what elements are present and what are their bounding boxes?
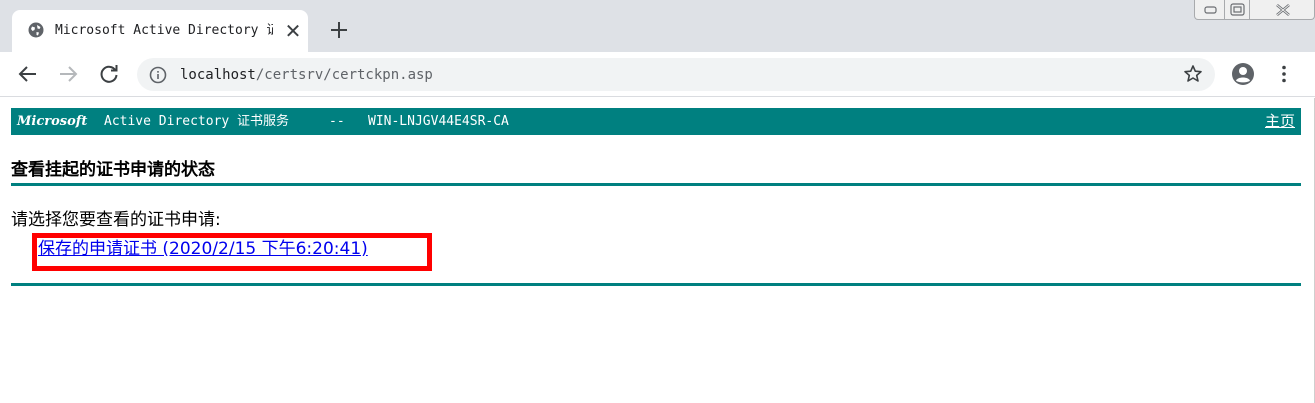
close-window-button[interactable] <box>1249 0 1315 20</box>
bookmark-star-icon[interactable] <box>1183 64 1203 84</box>
select-request-prompt: 请选择您要查看的证书申请: <box>11 210 221 230</box>
more-menu-icon[interactable] <box>1274 64 1294 84</box>
browser-toolbar: localhost/certsrv/certckpn.asp <box>0 52 1315 97</box>
page-content: Microsoft Active Directory 证书服务 -- WIN-L… <box>0 98 1315 403</box>
tab-title: Microsoft Active Directory 证书服务 <box>55 23 273 38</box>
certsrv-header-bar: Microsoft Active Directory 证书服务 -- WIN-L… <box>11 108 1301 135</box>
url-text: localhost/certsrv/certckpn.asp <box>180 65 433 85</box>
header-separator: -- <box>329 114 345 129</box>
site-info-icon[interactable] <box>149 66 167 84</box>
forward-arrow-icon[interactable] <box>57 63 79 85</box>
pending-request-link[interactable]: 保存的申请证书 (2020/2/15 下午6:20:41) <box>38 237 368 261</box>
new-tab-icon[interactable] <box>326 17 352 43</box>
address-bar[interactable]: localhost/certsrv/certckpn.asp <box>137 58 1215 91</box>
restore-icon <box>1230 3 1245 16</box>
close-icon <box>1276 4 1290 16</box>
microsoft-logo-text: Microsoft <box>17 114 88 129</box>
account-icon[interactable] <box>1231 62 1255 86</box>
browser-tab[interactable]: Microsoft Active Directory 证书服务 ✕ <box>12 10 308 52</box>
restore-button[interactable] <box>1224 0 1250 20</box>
ca-name: WIN-LNJGV44E4SR-CA <box>368 114 509 129</box>
page-title: 查看挂起的证书申请的状态 <box>11 160 215 180</box>
reload-icon[interactable] <box>98 63 120 85</box>
url-path: /certsrv/certckpn.asp <box>255 67 433 83</box>
back-arrow-icon[interactable] <box>17 63 39 85</box>
home-link[interactable]: 主页 <box>1265 111 1295 131</box>
bottom-divider <box>11 283 1301 286</box>
tab-strip: Microsoft Active Directory 证书服务 ✕ <box>0 0 1315 52</box>
url-host: localhost <box>180 67 256 83</box>
globe-icon <box>28 22 44 38</box>
product-name: Active Directory 证书服务 <box>104 114 290 129</box>
title-divider <box>11 183 1301 186</box>
tab-close-icon[interactable]: ✕ <box>283 21 303 41</box>
window-controls <box>1194 0 1315 20</box>
minimize-icon <box>1204 6 1217 14</box>
minimize-button[interactable] <box>1194 0 1225 20</box>
